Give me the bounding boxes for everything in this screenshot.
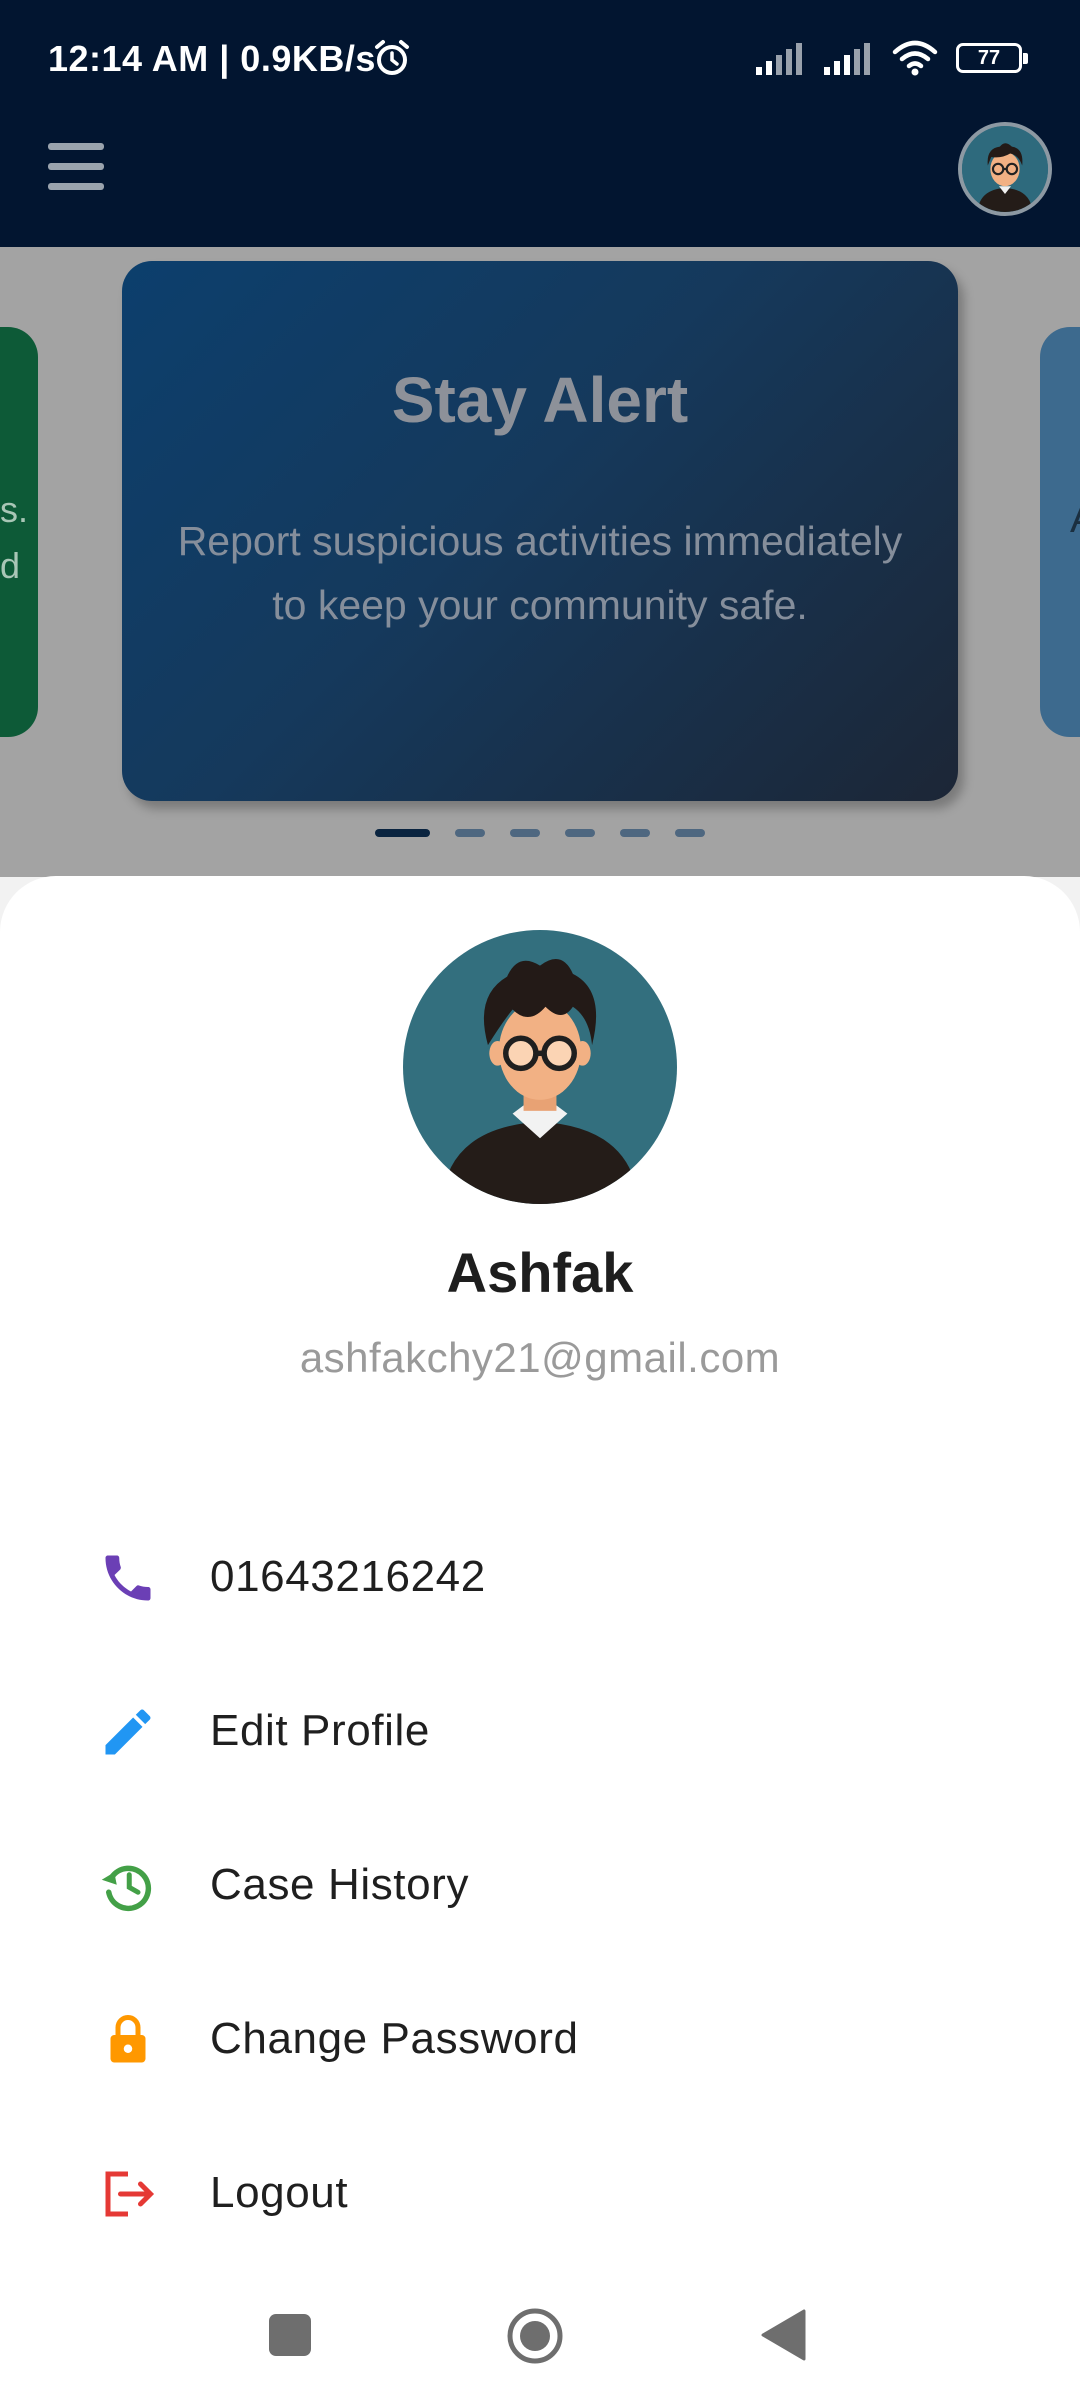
carousel-dot[interactable] (565, 829, 595, 837)
avatar-icon (403, 930, 677, 1204)
carousel-card-next[interactable]: A (1040, 327, 1080, 737)
menu-item-edit-profile[interactable]: Edit Profile (0, 1670, 1080, 1790)
profile-bottom-sheet: Ashfak ashfakchy21@gmail.com 01643216242… (0, 876, 1080, 2400)
menu-item-logout[interactable]: Logout (0, 2132, 1080, 2252)
alarm-icon (375, 40, 409, 75)
menu-button[interactable] (48, 143, 104, 193)
profile-email: ashfakchy21@gmail.com (299, 1334, 781, 1381)
signal-icon-2 (824, 43, 870, 75)
carousel-dot[interactable] (620, 829, 650, 837)
carousel-dot[interactable] (375, 829, 430, 837)
carousel-indicator (375, 829, 705, 837)
phone-icon (105, 1555, 151, 1601)
history-icon (101, 1865, 152, 1912)
card-description: Report suspicious activities immediately… (177, 518, 903, 628)
profile-avatar-button[interactable] (958, 122, 1052, 216)
avatar-icon (962, 126, 1048, 212)
previous-card-text: s. d (0, 489, 29, 586)
logout-label: Logout (210, 2168, 349, 2217)
menu-item-change-password[interactable]: Change Password (0, 1978, 1080, 2098)
next-card-text: A (1070, 497, 1080, 542)
carousel-dot[interactable] (510, 829, 540, 837)
menu-item-case-history[interactable]: Case History (0, 1824, 1080, 1944)
carousel-card-previous[interactable]: s. d (0, 327, 38, 737)
home-button[interactable] (505, 2306, 565, 2366)
carousel-dot[interactable] (675, 829, 705, 837)
profile-picture (403, 930, 677, 1204)
signal-icon (756, 43, 802, 75)
app-bar: 12:14 AM | 0.9KB/s 77 (0, 0, 1080, 247)
menu-item-phone[interactable]: 01643216242 (0, 1516, 1080, 1636)
back-button[interactable] (760, 2308, 806, 2362)
carousel-dot[interactable] (455, 829, 485, 837)
carousel[interactable]: s. d Stay Alert Report suspicious activi… (0, 247, 1080, 877)
system-navigation-bar (0, 2270, 1080, 2400)
pencil-icon (105, 1709, 151, 1755)
logout-icon (105, 2171, 155, 2217)
wifi-icon (892, 40, 938, 76)
carousel-card-current[interactable]: Stay Alert Report suspicious activities … (122, 261, 958, 801)
edit-profile-label: Edit Profile (210, 1706, 430, 1755)
card-title: Stay Alert (391, 364, 689, 436)
screen: 12:14 AM | 0.9KB/s 77 s. d Stay Alert Re… (0, 0, 1080, 2400)
lock-icon (110, 2015, 146, 2063)
battery-icon: 77 (956, 43, 1028, 73)
status-icons: 77 (756, 40, 1028, 76)
phone-number: 01643216242 (210, 1552, 486, 1601)
recent-apps-button[interactable] (267, 2312, 313, 2358)
change-password-label: Change Password (210, 2014, 579, 2063)
status-time: 12:14 AM | 0.9KB/s (48, 38, 376, 79)
profile-name: Ashfak (446, 1241, 634, 1304)
case-history-label: Case History (210, 1860, 470, 1909)
